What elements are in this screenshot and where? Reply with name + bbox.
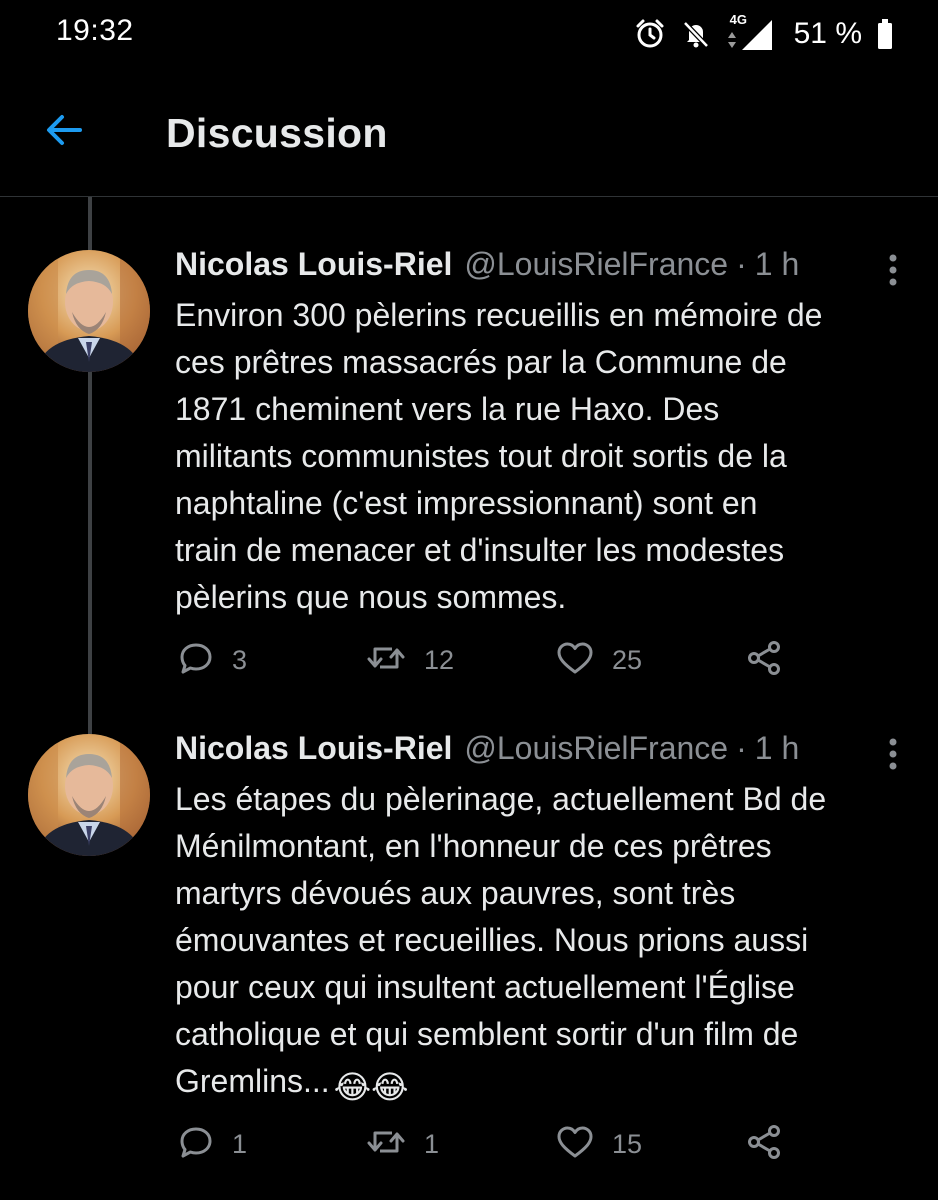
bell-muted-icon — [680, 18, 712, 50]
avatar[interactable] — [28, 734, 150, 856]
like-count: 25 — [612, 644, 643, 675]
reply-button[interactable]: 1 — [178, 1122, 247, 1166]
retweet-button[interactable]: 1 — [366, 1122, 439, 1166]
author-name[interactable]: Nicolas Louis-Riel — [175, 730, 452, 767]
tweet-timestamp[interactable]: 1 h — [755, 246, 799, 283]
like-button[interactable]: 25 — [556, 638, 642, 682]
tweet-header: Nicolas Louis-Riel @LouisRielFrance · 1 … — [175, 730, 799, 774]
tweet-header: Nicolas Louis-Riel @LouisRielFrance · 1 … — [175, 246, 799, 290]
like-count: 15 — [612, 1128, 643, 1159]
separator-dot: · — [736, 246, 747, 282]
reply-button[interactable]: 3 — [178, 638, 247, 682]
more-options-button[interactable] — [878, 252, 908, 292]
author-handle[interactable]: @LouisRielFrance — [464, 730, 728, 767]
status-icons: 4G 51 % — [634, 12, 894, 56]
tweet-actions: 3 12 25 — [178, 638, 798, 682]
back-button[interactable] — [38, 106, 90, 158]
avatar[interactable] — [28, 250, 150, 372]
heart-icon — [556, 641, 594, 680]
retweet-count: 12 — [424, 644, 455, 675]
share-icon — [746, 640, 782, 681]
status-bar: 19:32 4G 51 % — [0, 0, 938, 72]
more-vertical-icon — [888, 737, 898, 776]
reply-count: 1 — [232, 1128, 248, 1159]
status-time: 19:32 — [56, 14, 134, 47]
reply-icon — [178, 640, 214, 681]
battery-icon — [876, 18, 894, 50]
more-vertical-icon — [888, 253, 898, 292]
tweet-body: Environ 300 pèlerins recueillis en mémoi… — [175, 297, 823, 615]
author-name[interactable]: Nicolas Louis-Riel — [175, 246, 452, 283]
like-button[interactable]: 15 — [556, 1122, 642, 1166]
alarm-icon — [634, 18, 666, 50]
page-title: Discussion — [166, 110, 388, 156]
tweet-text: Environ 300 pèlerins recueillis en mémoi… — [175, 292, 920, 621]
share-button[interactable] — [746, 1122, 782, 1166]
retweet-button[interactable]: 12 — [366, 638, 454, 682]
top-app-bar: Discussion — [0, 72, 938, 197]
battery-percent: 51 % — [793, 17, 862, 50]
laughing-tears-emoji: 😂😂 — [333, 1069, 409, 1105]
retweet-icon — [366, 1125, 406, 1164]
share-icon — [746, 1124, 782, 1165]
share-button[interactable] — [746, 638, 782, 682]
retweet-icon — [366, 641, 406, 680]
tweet-body: Les étapes du pèlerinage, actuellement B… — [175, 781, 827, 1099]
more-options-button[interactable] — [878, 736, 908, 776]
reply-count: 3 — [232, 644, 248, 675]
author-handle[interactable]: @LouisRielFrance — [464, 246, 728, 283]
arrow-left-icon — [44, 113, 84, 152]
tweet-timestamp[interactable]: 1 h — [755, 730, 799, 767]
reply-icon — [178, 1124, 214, 1165]
signal-icon: 4G — [726, 12, 774, 54]
tweet-actions: 1 1 15 — [178, 1122, 798, 1166]
separator-dot: · — [736, 730, 747, 766]
heart-icon — [556, 1125, 594, 1164]
tweet-text: Les étapes du pèlerinage, actuellement B… — [175, 776, 920, 1111]
retweet-count: 1 — [424, 1128, 440, 1159]
